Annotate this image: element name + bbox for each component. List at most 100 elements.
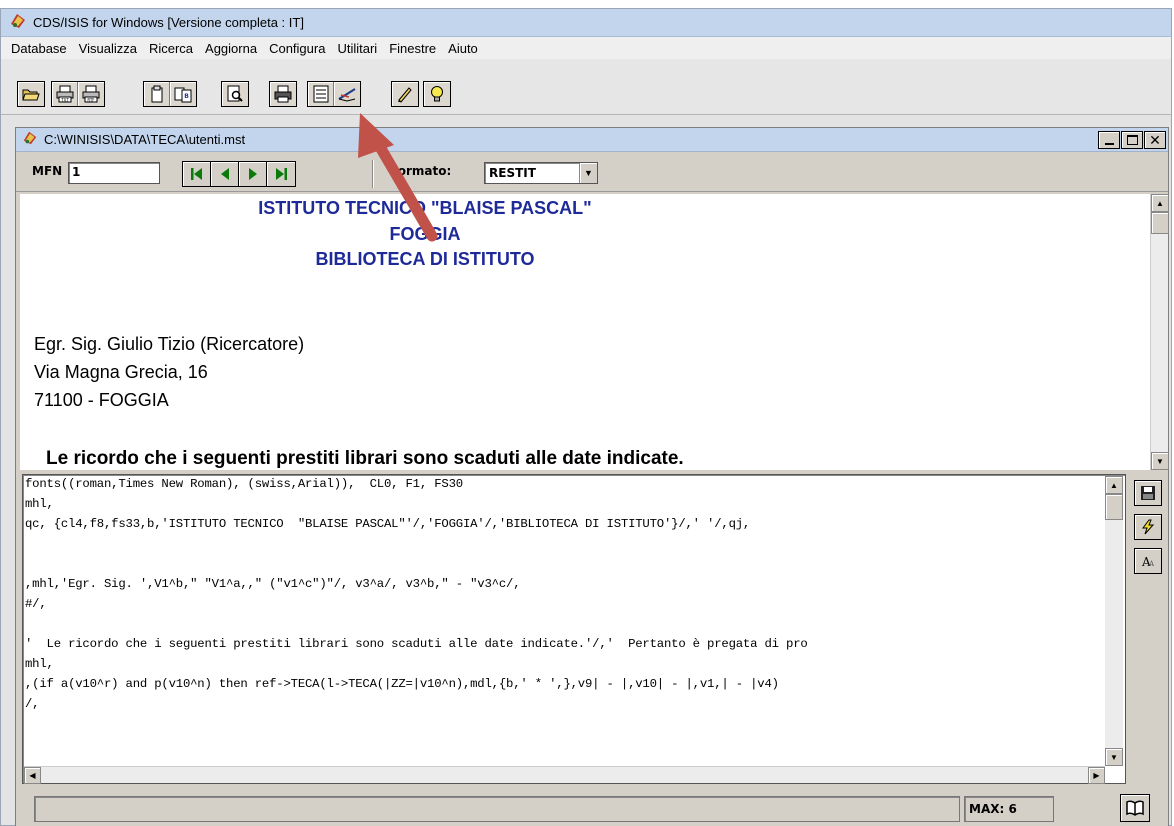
library-name: BIBLIOTECA DI ISTITUTO	[315, 249, 535, 269]
database-window: C:\WINISIS\DATA\TECA\utenti.mst ✕ MFN 1	[15, 127, 1169, 826]
scroll-left-icon[interactable]: ◀	[24, 767, 41, 784]
open-folder-icon	[22, 89, 40, 101]
window-controls: ✕	[1097, 131, 1166, 149]
app-title-bar[interactable]: CDS/ISIS for Windows [Versione completa …	[1, 9, 1171, 37]
display-format-icon	[313, 85, 328, 103]
toolbar: TXT RTF B	[1, 59, 1171, 115]
toolbar-group-printer	[269, 81, 297, 107]
svg-text:A: A	[1148, 560, 1155, 568]
book-icon	[1126, 800, 1144, 816]
menu-ricerca[interactable]: Ricerca	[149, 41, 193, 56]
previous-record-icon	[220, 168, 229, 180]
next-record-button[interactable]	[239, 162, 267, 186]
menu-aiuto[interactable]: Aiuto	[448, 41, 478, 56]
scroll-down-icon[interactable]: ▼	[1105, 748, 1123, 766]
max-mfn-indicator: MAX: 6	[964, 796, 1054, 822]
print-txt-button[interactable]: TXT	[52, 82, 78, 106]
editor-line: #/,	[25, 597, 47, 611]
institute-name: ISTITUTO TECNICO "BLAISE PASCAL"	[258, 198, 592, 218]
first-record-icon	[190, 168, 202, 180]
print-rtf-icon: RTF	[82, 85, 100, 103]
toolbar-group-format	[307, 81, 361, 107]
pencil-icon	[398, 87, 412, 103]
previous-record-button[interactable]	[211, 162, 239, 186]
apply-format-button[interactable]	[1134, 514, 1162, 540]
scroll-down-icon[interactable]: ▼	[1151, 452, 1169, 470]
menu-finestre[interactable]: Finestre	[389, 41, 436, 56]
toolbar-group-open	[17, 81, 45, 107]
minimize-button[interactable]	[1098, 131, 1120, 149]
toolbar-group-print: TXT RTF	[51, 81, 105, 107]
editor-line: /,	[25, 697, 40, 711]
status-message-field	[34, 796, 960, 822]
preview-icon	[227, 85, 243, 102]
scroll-up-icon[interactable]: ▲	[1105, 476, 1123, 494]
mfn-input[interactable]: 1	[68, 162, 160, 184]
edit-format-button[interactable]	[334, 82, 360, 106]
chevron-down-icon[interactable]: ▼	[579, 163, 597, 183]
record-nav-buttons	[182, 161, 296, 187]
menu-aggiorna[interactable]: Aggiorna	[205, 41, 257, 56]
maximize-button[interactable]	[1121, 131, 1143, 149]
format-editor[interactable]: fonts((roman,Times New Roman), (swiss,Ar…	[22, 474, 1126, 784]
close-icon: ✕	[1149, 131, 1161, 148]
display-vertical-scrollbar[interactable]: ▲ ▼	[1150, 194, 1169, 470]
editor-line: mhl,	[25, 497, 54, 511]
app-window: CDS/ISIS for Windows [Versione completa …	[0, 8, 1172, 826]
format-select-value: RESTIT	[489, 166, 536, 180]
format-select[interactable]: RESTIT ▼	[484, 162, 598, 184]
overdue-notice: Le ricordo che i seguenti prestiti libra…	[46, 448, 684, 469]
editor-line: ,mhl,'Egr. Sig. ',V1^b," "V1^a,," ("v1^c…	[25, 577, 521, 591]
print-button[interactable]	[270, 82, 296, 106]
database-window-title: C:\WINISIS\DATA\TECA\utenti.mst	[44, 132, 246, 147]
print-rtf-button[interactable]: RTF	[78, 82, 104, 106]
menu-visualizza[interactable]: Visualizza	[79, 41, 137, 56]
font-icon: AA	[1141, 555, 1155, 569]
editor-line: qc, {cl4,f8,fs33,b,'ISTITUTO TECNICO "BL…	[25, 517, 751, 531]
open-book-button[interactable]	[1120, 794, 1150, 822]
first-record-button[interactable]	[183, 162, 211, 186]
editor-horizontal-scrollbar[interactable]: ◀ ▶	[24, 766, 1105, 784]
tips-button[interactable]	[424, 82, 450, 106]
clipboard-button[interactable]	[144, 82, 170, 106]
minimize-icon	[1104, 143, 1114, 145]
editor-line: ' Le ricordo che i seguenti prestiti lib…	[25, 637, 808, 651]
scroll-up-icon[interactable]: ▲	[1151, 194, 1169, 212]
clipboard-icon	[151, 85, 162, 103]
app-title: CDS/ISIS for Windows [Versione completa …	[33, 15, 304, 30]
editor-scroll-thumb[interactable]	[1105, 494, 1123, 520]
database-window-title-bar[interactable]: C:\WINISIS\DATA\TECA\utenti.mst ✕	[16, 128, 1168, 152]
menu-bar: Database Visualizza Ricerca Aggiorna Con…	[1, 37, 1171, 59]
editor-line: fonts((roman,Times New Roman), (swiss,Ar…	[25, 477, 463, 491]
last-record-button[interactable]	[267, 162, 295, 186]
editor-vertical-scrollbar[interactable]: ▲ ▼	[1105, 476, 1123, 766]
print-txt-icon: TXT	[56, 85, 73, 103]
record-navigation-bar: MFN 1 Formato: RESTIT ▼	[16, 152, 1168, 192]
menu-utilitari[interactable]: Utilitari	[337, 41, 377, 56]
close-button[interactable]: ✕	[1144, 131, 1166, 149]
recipient-street: Via Magna Grecia, 16	[34, 362, 208, 382]
next-record-icon	[248, 168, 257, 180]
printer-icon	[274, 85, 292, 103]
scroll-right-icon[interactable]: ▶	[1088, 767, 1105, 784]
menu-configura[interactable]: Configura	[269, 41, 325, 56]
toolbar-group-help	[423, 81, 451, 107]
editor-line: ,(if a(v10^r) and p(v10^n) then ref->TEC…	[25, 677, 779, 691]
mfn-label: MFN	[32, 164, 63, 178]
record-display: ISTITUTO TECNICO "BLAISE PASCAL" FOGGIA …	[20, 194, 1150, 470]
toolbar-group-pencil	[391, 81, 419, 107]
save-format-button[interactable]	[1134, 480, 1162, 506]
preview-button[interactable]	[222, 82, 248, 106]
display-scroll-thumb[interactable]	[1151, 212, 1169, 234]
menu-database[interactable]: Database	[11, 41, 67, 56]
toolbar-separator	[372, 160, 374, 188]
copy-record-button[interactable]: B	[170, 82, 196, 106]
edit-record-button[interactable]	[392, 82, 418, 106]
format-label: Formato:	[390, 164, 452, 178]
display-format-button[interactable]	[308, 82, 334, 106]
edit-format-icon	[338, 88, 356, 102]
last-record-icon	[276, 168, 287, 180]
open-folder-button[interactable]	[18, 82, 44, 106]
font-button[interactable]: AA	[1134, 548, 1162, 574]
app-icon	[9, 12, 27, 33]
